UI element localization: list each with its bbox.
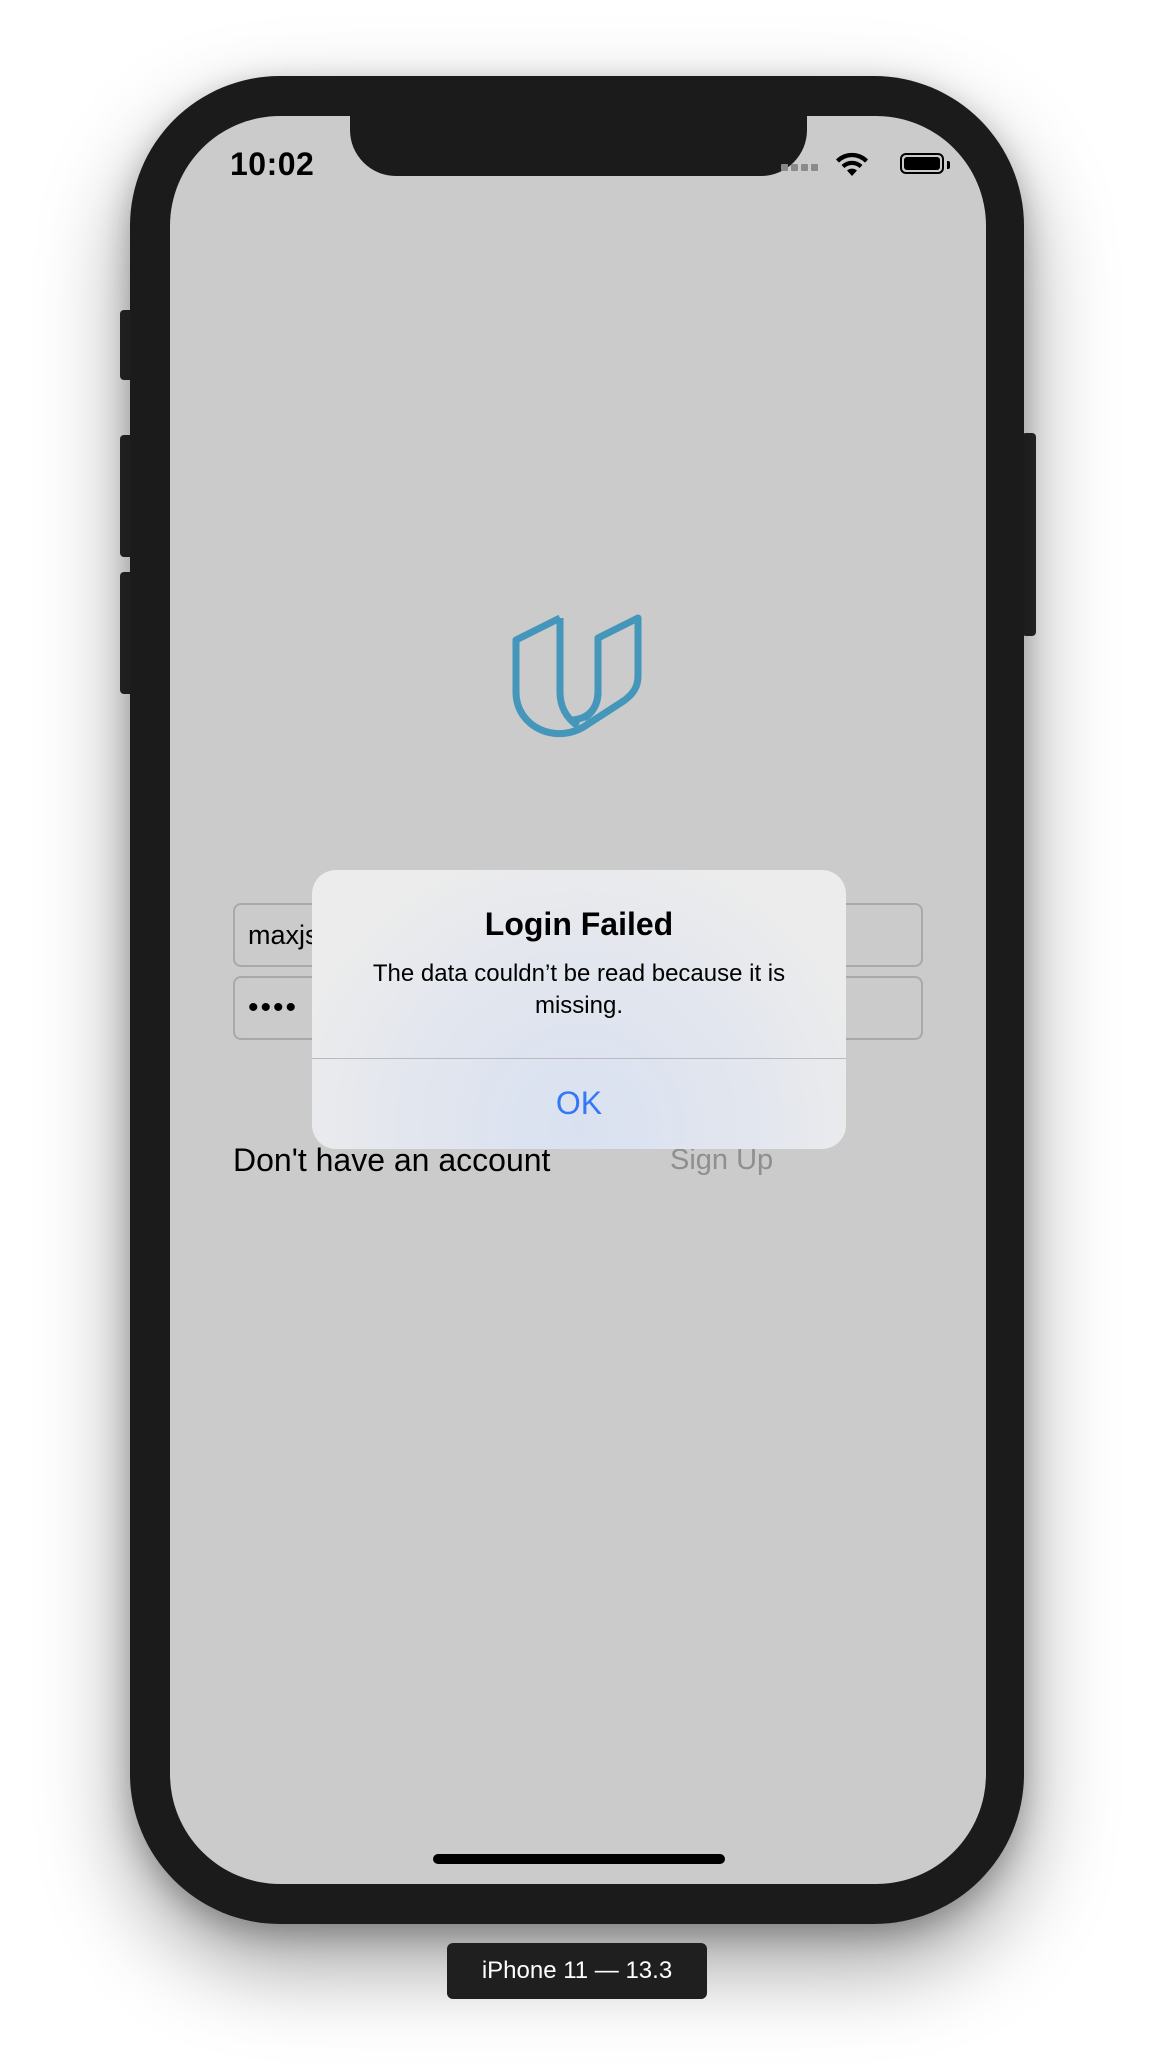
login-failed-alert: Login Failed The data couldn’t be read b… xyxy=(312,870,846,1149)
status-time: 10:02 xyxy=(230,146,315,182)
alert-message: The data couldn’t be read because it is … xyxy=(372,960,786,1019)
device-label: iPhone 11 — 13.3 xyxy=(447,1943,707,1999)
battery-cap xyxy=(947,161,950,169)
wifi-icon xyxy=(836,152,868,176)
app-screen: 10:02 maxjs •••• Don't have an account S… xyxy=(170,116,986,1884)
home-indicator[interactable] xyxy=(433,1854,725,1864)
cellular-signal-icon xyxy=(781,164,818,171)
simulator-stage: 10:02 maxjs •••• Don't have an account S… xyxy=(0,0,1156,2072)
udacity-logo-icon xyxy=(512,614,642,738)
notch xyxy=(350,116,807,176)
alert-ok-button[interactable]: OK xyxy=(312,1059,846,1149)
iphone-frame: 10:02 maxjs •••• Don't have an account S… xyxy=(130,76,1024,1924)
power-button xyxy=(1022,433,1036,636)
battery-icon xyxy=(900,153,944,174)
status-indicators xyxy=(770,150,950,180)
alert-title: Login Failed xyxy=(484,906,674,942)
